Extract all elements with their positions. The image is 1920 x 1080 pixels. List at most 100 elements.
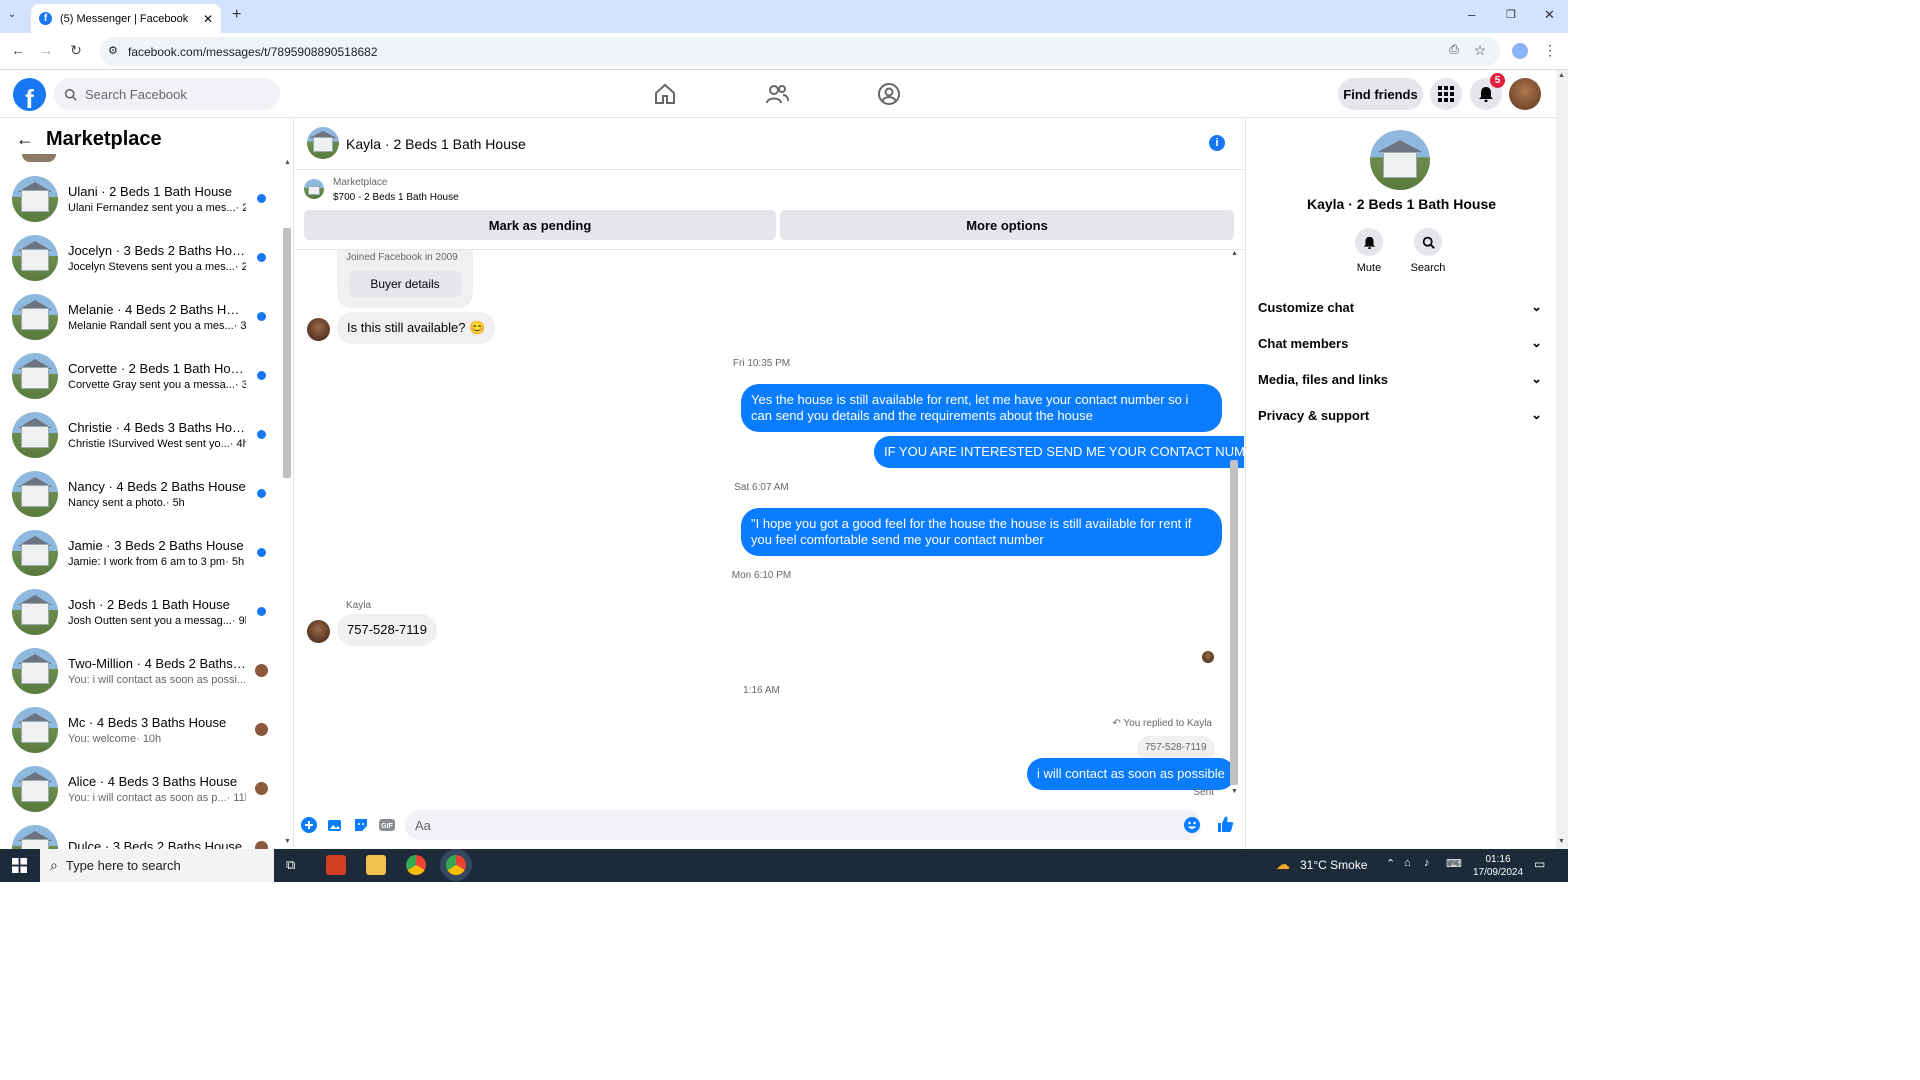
back-icon[interactable]: ← (8, 42, 28, 58)
chat-scrollbar[interactable]: ▲ ▼ (1230, 250, 1239, 798)
chat-title[interactable]: Kayla · 2 Beds 1 Bath House (346, 136, 526, 152)
search-conversation-button[interactable]: Search (1403, 228, 1453, 274)
privacy-support-row[interactable]: Privacy & support ⌄ (1258, 400, 1542, 430)
message-bubble-out[interactable]: "I hope you got a good feel for the hous… (741, 508, 1222, 556)
conversation-text: Dulce · 3 Beds 2 Baths House (68, 839, 246, 849)
friends-icon[interactable] (765, 82, 789, 106)
menu-grid-icon[interactable] (1430, 78, 1462, 110)
tab-list-chevron-icon[interactable]: ⌄ (8, 9, 16, 20)
browser-tab[interactable]: f (5) Messenger | Facebook ✕ (31, 4, 221, 33)
message-input[interactable]: Aa (405, 810, 1201, 840)
scroll-down-arrow-icon[interactable]: ▼ (284, 838, 291, 845)
browser-toolbar: ← → ↻ ⚙ facebook.com/messages/t/78959088… (0, 33, 1568, 70)
conversation-item[interactable]: Jocelyn · 3 Beds 2 Baths House Jocelyn St… (12, 233, 272, 283)
add-plus-icon[interactable] (301, 817, 317, 833)
chat-members-row[interactable]: Chat members ⌄ (1258, 328, 1542, 358)
gif-icon[interactable]: GIF (379, 817, 395, 833)
back-arrow-icon[interactable]: ← (16, 129, 34, 150)
scroll-up-arrow-icon[interactable]: ▲ (284, 159, 291, 166)
facebook-logo[interactable]: f (13, 78, 46, 111)
clock[interactable]: 01:16 17/09/2024 (1468, 853, 1528, 879)
taskbar-app-icon[interactable] (326, 855, 346, 875)
conversation-item[interactable]: Ulani · 2 Beds 1 Bath House Ulani Fernand… (12, 174, 272, 224)
chrome-active-icon[interactable] (446, 855, 466, 875)
mute-button[interactable]: Mute (1344, 228, 1394, 274)
unread-dot-icon (257, 253, 266, 262)
info-icon[interactable]: i (1209, 135, 1225, 151)
listing-price[interactable]: $700 - 2 Beds 1 Bath House (333, 192, 459, 203)
like-thumb-icon[interactable] (1216, 815, 1234, 833)
account-avatar[interactable] (1509, 78, 1541, 110)
conversation-item[interactable]: Nancy · 4 Beds 2 Baths House Nancy sent a… (12, 469, 272, 519)
sidebar-scroll-thumb[interactable] (283, 228, 291, 478)
conversation-item[interactable]: Two-Million · 4 Beds 2 Baths Ho... You: i… (12, 646, 272, 696)
network-icon[interactable]: ⌂ (1404, 857, 1411, 869)
preview-time: · 5h (225, 556, 245, 568)
conversation-item[interactable]: Christie · 4 Beds 3 Baths House Christie … (12, 410, 272, 460)
tray-chevron-icon[interactable]: ⌃ (1386, 857, 1395, 870)
install-app-icon[interactable]: ⎙ (1444, 42, 1464, 57)
volume-icon[interactable]: ♪ (1424, 857, 1430, 869)
forward-icon[interactable]: → (36, 42, 56, 58)
notification-center-icon[interactable]: ▭ (1534, 857, 1545, 871)
kayla-avatar[interactable] (307, 620, 330, 643)
scroll-down-arrow-icon[interactable]: ▼ (1231, 788, 1238, 795)
reload-icon[interactable]: ↻ (66, 42, 86, 59)
windows-start-icon[interactable] (12, 858, 27, 876)
more-options-button[interactable]: More options (780, 210, 1234, 240)
home-icon[interactable] (653, 82, 677, 106)
conversation-item[interactable]: Josh · 2 Beds 1 Bath House Josh Outten se… (12, 587, 272, 637)
browser-menu-icon[interactable]: ⋮ (1540, 42, 1560, 59)
keyboard-icon[interactable]: ⌨ (1446, 857, 1462, 870)
emoji-icon[interactable] (1184, 817, 1200, 833)
scroll-up-arrow-icon[interactable]: ▲ (1558, 72, 1565, 79)
chat-scroll-thumb[interactable] (1230, 460, 1238, 785)
scroll-up-arrow-icon[interactable]: ▲ (1231, 250, 1238, 257)
chrome-icon[interactable] (406, 855, 426, 875)
conversation-avatar[interactable] (1370, 130, 1430, 190)
buyer-details-button[interactable]: Buyer details (349, 271, 461, 297)
browser-tab-strip: ⌄ f (5) Messenger | Facebook ✕ + – ❐ ✕ (0, 0, 1568, 33)
listing-thumbnail (12, 530, 58, 576)
kayla-avatar[interactable] (307, 318, 330, 341)
new-tab-icon[interactable]: + (232, 6, 241, 24)
chat-listing-avatar[interactable] (307, 127, 339, 159)
message-bubble-in[interactable]: 757-528-7119 (337, 614, 437, 646)
site-info-icon[interactable]: ⚙ (108, 44, 118, 57)
sidebar-scrollbar[interactable]: ▲ ▼ (283, 159, 292, 845)
page-scrollbar[interactable]: ▲ ▼ (1556, 70, 1568, 849)
conversation-item[interactable]: Jamie · 3 Beds 2 Baths House Jamie: I wor… (12, 528, 272, 578)
conversation-item[interactable]: Dulce · 3 Beds 2 Baths House (12, 823, 272, 849)
conversation-item[interactable]: Alice · 4 Beds 3 Baths House You: i will … (12, 764, 272, 814)
message-bubble-out[interactable]: i will contact as soon as possible (1027, 758, 1235, 790)
restore-icon[interactable]: ❐ (1506, 8, 1516, 21)
task-view-icon[interactable]: ⧉ (286, 857, 295, 873)
preview-text: You: i will contact as soon as possi... (68, 674, 246, 686)
profile-circle-icon[interactable] (877, 82, 901, 106)
taskbar-search-box[interactable]: ⌕ Type here to search (40, 849, 274, 882)
search-facebook-input[interactable]: Search Facebook (54, 78, 280, 110)
tab-close-icon[interactable]: ✕ (203, 12, 213, 26)
window-close-icon[interactable]: ✕ (1544, 7, 1555, 23)
conversation-preview: Melanie Randall sent you a mes...· 3h (68, 320, 246, 332)
sticker-icon[interactable] (353, 817, 369, 833)
conversation-item[interactable]: Melanie · 4 Beds 2 Baths House Melanie Ra… (12, 292, 272, 342)
profile-icon[interactable] (1512, 43, 1528, 59)
mark-as-pending-button[interactable]: Mark as pending (304, 210, 776, 240)
file-explorer-icon[interactable] (366, 855, 386, 875)
message-bubble-out[interactable]: IF YOU ARE INTERESTED SEND ME YOUR CONTA… (874, 436, 1244, 468)
message-bubble-in[interactable]: Is this still available? 😊 (337, 312, 496, 344)
find-friends-button[interactable]: Find friends (1338, 78, 1423, 110)
minimize-icon[interactable]: – (1468, 7, 1475, 22)
conversation-item[interactable]: Corvette · 2 Beds 1 Bath House Corvette G… (12, 351, 272, 401)
conversation-item[interactable]: Mc · 4 Beds 3 Baths House You: welcome· 1… (12, 705, 272, 755)
seen-avatar (255, 782, 268, 795)
customize-chat-row[interactable]: Customize chat ⌄ (1258, 292, 1542, 322)
bookmark-star-icon[interactable]: ☆ (1470, 42, 1490, 59)
photo-icon[interactable] (327, 817, 343, 833)
scroll-down-arrow-icon[interactable]: ▼ (1558, 838, 1565, 845)
weather-text[interactable]: 31°C Smoke (1300, 858, 1368, 872)
message-bubble-out[interactable]: Yes the house is still available for ren… (741, 384, 1222, 432)
media-files-links-row[interactable]: Media, files and links ⌄ (1258, 364, 1542, 394)
url-bar[interactable]: ⚙ facebook.com/messages/t/78959088905186… (100, 37, 1500, 66)
